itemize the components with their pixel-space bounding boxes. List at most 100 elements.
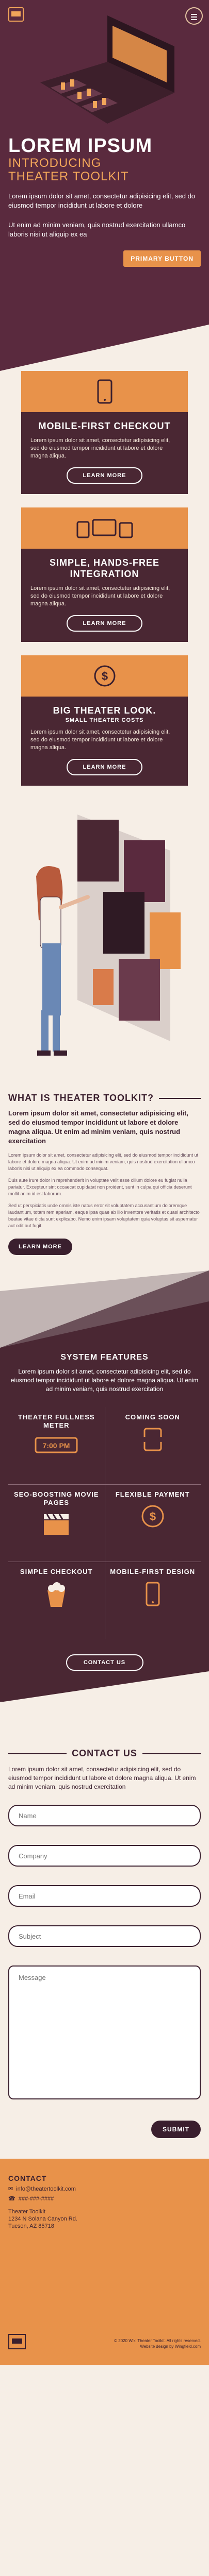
devices-icon	[76, 519, 133, 538]
popcorn-icon	[47, 1582, 66, 1607]
contact-form-section: CONTACT US Lorem ipsum dolor sit amet, c…	[0, 1702, 209, 2159]
theater-logo-icon[interactable]	[8, 2334, 26, 2349]
section-divider	[0, 1270, 209, 1348]
submit-button[interactable]: SUBMIT	[151, 2121, 201, 2138]
address-line2: Tucson, AZ 85718	[8, 2223, 54, 2229]
card-text: Lorem ipsum dolor sit amet, consectetur …	[30, 585, 170, 607]
feature-label: FLEXIBLE PAYMENT	[115, 1490, 190, 1498]
ticket-icon	[142, 1428, 163, 1451]
phone-icon	[97, 379, 112, 404]
hero-divider	[0, 325, 209, 371]
feature-theater-fullness: THEATER FULLNESS METER 7:00 PM	[8, 1407, 105, 1484]
hero-subtitle: INTRODUCING THEATER TOOLKIT	[8, 157, 129, 183]
section-divider-bottom	[0, 1671, 209, 1702]
footer-heading: CONTACT	[8, 2174, 47, 2182]
hero-subtitle-line1: INTRODUCING	[8, 156, 102, 170]
learn-more-button[interactable]: LEARN MORE	[66, 759, 143, 775]
learn-more-button[interactable]: LEARN MORE	[66, 615, 143, 632]
phone-icon: ☎	[8, 2196, 15, 2202]
system-features-section: SYSTEM FEATURES Lorem ipsum dolor sit am…	[0, 1270, 209, 1702]
card-body: MOBILE-FIRST CHECKOUT Lorem ipsum dolor …	[21, 412, 188, 494]
email-icon: ✉	[8, 2186, 13, 2192]
what-is-heading-text: WHAT IS THEATER TOOLKIT?	[8, 1093, 154, 1103]
hamburger-menu-button[interactable]	[185, 7, 203, 25]
hero-subtitle-line2: THEATER TOOLKIT	[8, 170, 129, 183]
what-is-heading: WHAT IS THEATER TOOLKIT?	[8, 1093, 201, 1104]
phone-icon	[146, 1582, 160, 1606]
feature-mobile-first-design: MOBILE-FIRST DESIGN	[105, 1562, 201, 1639]
feature-simple-checkout: SIMPLE CHECKOUT	[8, 1562, 105, 1639]
feature-label: MOBILE-FIRST DESIGN	[110, 1568, 196, 1575]
learn-more-button[interactable]: LEARN MORE	[66, 467, 143, 484]
what-is-text-3: Sed ut perspiciatis unde omnis iste natu…	[8, 1203, 200, 1228]
contact-us-button[interactable]: CONTACT US	[66, 1654, 143, 1671]
feature-label: SEO-BOOSTING MOVIE PAGES	[13, 1490, 99, 1506]
card-header	[21, 371, 188, 412]
company-field[interactable]	[8, 1845, 201, 1867]
feature-cards: MOBILE-FIRST CHECKOUT Lorem ipsum dolor …	[0, 371, 209, 804]
feature-card: $ BIG THEATER LOOK. SMALL THEATER COSTS …	[21, 655, 188, 786]
time-display: 7:00 PM	[43, 1442, 70, 1450]
system-features-lead: Lorem ipsum dolor sit amet, consectetur …	[10, 1368, 199, 1393]
copyright-text: © 2020 Wiki Theater Toolkit. All rights …	[114, 2338, 201, 2343]
theater-logo-icon[interactable]	[8, 7, 24, 22]
contact-lead: Lorem ipsum dolor sit amet, consectetur …	[8, 1766, 196, 1790]
subject-field[interactable]	[8, 1925, 201, 1947]
page: LOREM IPSUM INTRODUCING THEATER TOOLKIT …	[0, 0, 209, 2365]
feature-seo-pages: SEO-BOOSTING MOVIE PAGES	[8, 1484, 105, 1562]
what-is-section: WHAT IS THEATER TOOLKIT? Lorem ipsum dol…	[0, 1093, 209, 1270]
hero-paragraph-1: Lorem ipsum dolor sit amet, consectetur …	[8, 192, 196, 209]
contact-heading: CONTACT US	[8, 1748, 201, 1759]
card-body: SIMPLE, HANDS-FREE INTEGRATION Lorem ips…	[21, 549, 188, 642]
feature-coming-soon: COMING SOON	[105, 1407, 201, 1484]
footer-email-text: info@theatertoolkit.com	[16, 2185, 76, 2192]
footer-address: Theater Toolkit 1234 N Solana Canyon Rd.…	[8, 2208, 201, 2230]
seats-icon: 7:00 PM	[35, 1437, 78, 1453]
dollar-icon: $	[141, 1505, 164, 1528]
system-features-heading: SYSTEM FEATURES	[60, 1353, 149, 1362]
card-header	[21, 507, 188, 549]
feature-flexible-payment: FLEXIBLE PAYMENT $	[105, 1484, 201, 1562]
feature-card: MOBILE-FIRST CHECKOUT Lorem ipsum dolor …	[21, 371, 188, 494]
dollar-icon: $	[94, 665, 115, 687]
footer-phone[interactable]: ☎ ###-###-####	[8, 2195, 201, 2202]
footer: CONTACT ✉ info@theatertoolkit.com ☎ ###-…	[0, 2159, 209, 2365]
what-is-text-2: Duis aute irure dolor in reprehenderit i…	[8, 1178, 192, 1196]
card-subtitle: SMALL THEATER COSTS	[65, 717, 144, 723]
what-is-text-1: Lorem ipsum dolor sit amet, consectetur …	[8, 1153, 199, 1171]
card-text: Lorem ipsum dolor sit amet, consectetur …	[30, 437, 170, 459]
posters-illustration	[36, 815, 181, 1056]
primary-button[interactable]: PRIMARY BUTTON	[123, 250, 201, 267]
feature-card: SIMPLE, HANDS-FREE INTEGRATION Lorem ips…	[21, 507, 188, 642]
card-text: Lorem ipsum dolor sit amet, consectetur …	[30, 729, 170, 751]
card-title: SIMPLE, HANDS-FREE INTEGRATION	[49, 557, 159, 579]
features-grid: THEATER FULLNESS METER 7:00 PM COMING SO…	[8, 1407, 201, 1639]
what-is-lead: Lorem ipsum dolor sit amet, consectetur …	[8, 1109, 188, 1145]
contact-heading-text: CONTACT US	[72, 1748, 137, 1758]
address-line1: 1234 N Solana Canyon Rd.	[8, 2216, 77, 2222]
hero-title: LOREM IPSUM	[8, 135, 153, 157]
card-title: BIG THEATER LOOK.	[53, 705, 156, 716]
svg-text:$: $	[150, 1510, 156, 1523]
address-name: Theater Toolkit	[8, 2209, 45, 2215]
credit-text: Website design by Wingfield.com	[140, 2344, 201, 2349]
email-field[interactable]	[8, 1885, 201, 1907]
clapperboard-icon	[44, 1514, 69, 1535]
theater-illustration	[40, 15, 174, 124]
feature-label: COMING SOON	[125, 1413, 180, 1421]
card-title: MOBILE-FIRST CHECKOUT	[38, 421, 171, 431]
hero-paragraph-2: Ut enim ad minim veniam, quis nostrud ex…	[8, 221, 186, 238]
footer-email[interactable]: ✉ info@theatertoolkit.com	[8, 2185, 201, 2193]
message-field[interactable]	[8, 1965, 201, 2099]
learn-more-button[interactable]: LEARN MORE	[8, 1239, 72, 1255]
feature-label: THEATER FULLNESS METER	[18, 1413, 95, 1429]
card-body: BIG THEATER LOOK. SMALL THEATER COSTS Lo…	[21, 697, 188, 786]
footer-phone-text: ###-###-####	[18, 2195, 54, 2202]
woman-browsing-posters-illustration	[0, 804, 209, 1093]
card-header: $	[21, 655, 188, 697]
feature-label: SIMPLE CHECKOUT	[20, 1568, 93, 1575]
hero-section: LOREM IPSUM INTRODUCING THEATER TOOLKIT …	[0, 0, 209, 371]
svg-text:$: $	[101, 670, 107, 683]
copyright: © 2020 Wiki Theater Toolkit. All rights …	[114, 2338, 201, 2349]
name-field[interactable]	[8, 1805, 201, 1826]
